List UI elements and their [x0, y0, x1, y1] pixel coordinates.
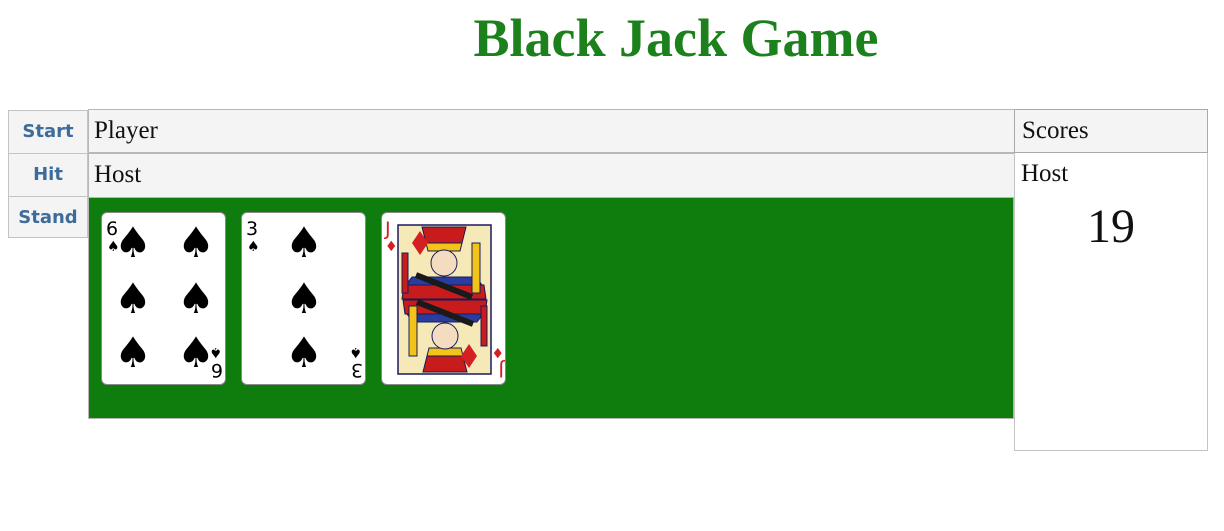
jack-face-icon: [397, 224, 492, 375]
card-rank-label: J: [498, 359, 505, 381]
scores-header: Scores: [1014, 109, 1208, 153]
stand-button[interactable]: Stand: [8, 196, 88, 238]
card-rank-label: 3: [246, 218, 258, 240]
card-jack-of-diamonds: J ♦ J ♦: [381, 212, 506, 385]
diamond-icon: ♦: [385, 239, 398, 255]
spade-pips: ♠ ♠ ♠ ♠ ♠ ♠: [114, 218, 215, 377]
card-three-of-spades: 3 ♠ ♠ ♠ ♠ 3 ♠: [241, 212, 366, 385]
tab-player[interactable]: Player: [88, 109, 1015, 153]
start-button[interactable]: Start: [8, 110, 88, 153]
svg-text:♠: ♠: [177, 328, 215, 377]
card-table: 6 ♠ ♠ ♠ ♠ ♠ ♠ ♠ 6 ♠ 3 ♠ ♠ ♠ ♠ 3 ♠ J ♦ J …: [88, 198, 1014, 419]
card-rank-label: J: [384, 218, 391, 240]
hand-tabs: Player Host: [88, 109, 1015, 198]
svg-text:♠: ♠: [285, 274, 323, 323]
spade-icon: ♠: [209, 344, 222, 360]
svg-text:♠: ♠: [114, 218, 152, 267]
scores-host-value: 19: [1087, 200, 1135, 253]
svg-text:♠: ♠: [285, 218, 323, 267]
svg-text:♠: ♠: [177, 274, 215, 323]
svg-text:♠: ♠: [285, 328, 323, 377]
svg-text:♠: ♠: [114, 328, 152, 377]
spade-pips: ♠ ♠ ♠: [285, 218, 323, 377]
hit-button[interactable]: Hit: [8, 153, 88, 196]
page-title: Black Jack Game: [473, 8, 879, 68]
card-rank-label: 3: [351, 359, 363, 381]
action-sidebar: Start Hit Stand: [8, 110, 88, 238]
spade-icon: ♠: [247, 239, 260, 255]
diamond-icon: ♦: [491, 344, 504, 360]
scores-host-label: Host: [1021, 160, 1069, 187]
svg-text:♠: ♠: [114, 274, 152, 323]
tab-host[interactable]: Host: [88, 153, 1015, 198]
card-six-of-spades: 6 ♠ ♠ ♠ ♠ ♠ ♠ ♠ 6 ♠: [101, 212, 226, 385]
svg-text:♠: ♠: [177, 218, 215, 267]
card-rank-label: 6: [211, 359, 223, 381]
scores-panel: Scores Host 19: [1014, 109, 1208, 451]
spade-icon: ♠: [349, 344, 362, 360]
